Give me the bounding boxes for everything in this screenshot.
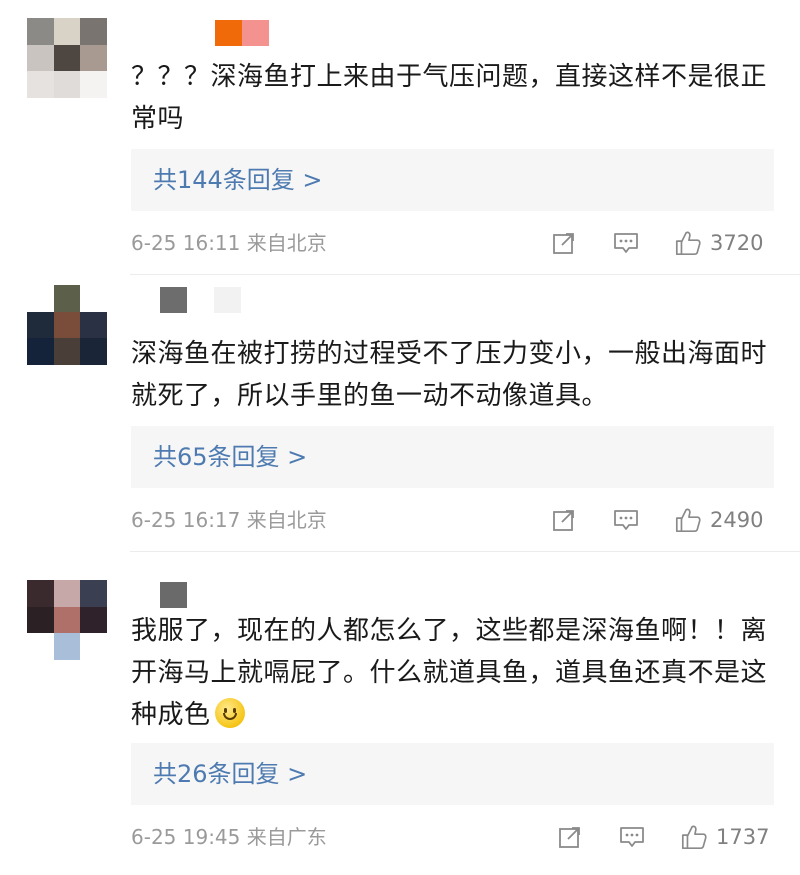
smiley-emoji-icon [214, 698, 245, 728]
username[interactable] [160, 287, 241, 313]
replies-link[interactable]: 共144条回复 > [131, 149, 774, 211]
avatar-pixel [80, 338, 107, 365]
username-pixel [215, 20, 242, 46]
username-pixel [160, 582, 187, 608]
username-pixel [187, 582, 214, 608]
comment-meta: 6-25 16:17 来自北京 [131, 508, 327, 532]
comment-icon[interactable] [618, 823, 646, 851]
username-pixel [160, 287, 187, 313]
replies-link[interactable]: 共26条回复 > [131, 743, 774, 805]
avatar-pixel [27, 311, 54, 339]
comment-icon[interactable] [612, 506, 640, 534]
comment-text: 深海鱼在被打捞的过程受不了压力变小，一般出海面时就死了，所以手里的鱼一动不动像道… [131, 339, 768, 411]
username[interactable] [215, 20, 269, 46]
username-pixel [187, 287, 214, 313]
avatar-pixel [80, 18, 107, 45]
avatar-pixel [27, 44, 54, 72]
like-count: 2490 [710, 508, 764, 532]
avatar-pixel [27, 633, 54, 660]
avatar-pixel [27, 71, 54, 98]
share-icon[interactable] [550, 229, 578, 257]
avatar-pixel [27, 18, 54, 45]
username-pixel [242, 20, 269, 46]
like-count: 1737 [716, 825, 770, 849]
avatar-pixel [53, 633, 81, 660]
comment-text: 我服了，现在的人都怎么了，这些都是深海鱼啊！！离开海马上就嗝屁了。什么就道具鱼，… [131, 610, 771, 736]
like-count: 3720 [710, 231, 764, 255]
thumbs-up-icon[interactable] [674, 506, 702, 534]
avatar-pixel [53, 71, 81, 98]
replies-link[interactable]: 共65条回复 > [131, 426, 774, 488]
divider [130, 274, 800, 275]
comment-actions: 2490 [550, 505, 775, 535]
username[interactable] [133, 582, 214, 608]
comment-icon[interactable] [612, 229, 640, 257]
comment-meta: 6-25 19:45 来自广东 [131, 825, 327, 849]
avatar[interactable] [27, 285, 107, 365]
comment-text: ？？？深海鱼打上来由于气压问题，直接这样不是很正常吗 [131, 62, 768, 134]
comment-actions: 1737 [556, 822, 781, 852]
avatar-pixel [53, 18, 81, 45]
avatar-pixel [53, 44, 81, 72]
username-pixel [133, 582, 160, 608]
avatar-pixel [80, 311, 107, 339]
avatar-pixel [27, 580, 54, 607]
thumbs-up-icon[interactable] [674, 229, 702, 257]
avatar-pixel [53, 311, 81, 339]
avatar-pixel [80, 285, 107, 312]
avatar-pixel [80, 580, 107, 607]
avatar[interactable] [27, 580, 107, 660]
avatar-pixel [80, 606, 107, 634]
thumbs-up-icon[interactable] [680, 823, 708, 851]
avatar-pixel [27, 285, 54, 312]
avatar-pixel [80, 633, 107, 660]
comment-actions: 3720 [550, 228, 775, 258]
username-pixel [214, 287, 241, 313]
avatar-pixel [27, 606, 54, 634]
avatar-pixel [53, 338, 81, 365]
avatar-pixel [53, 580, 81, 607]
avatar[interactable] [27, 18, 107, 98]
avatar-pixel [27, 338, 54, 365]
divider [130, 551, 800, 552]
comment-meta: 6-25 16:11 来自北京 [131, 231, 327, 255]
avatar-pixel [80, 44, 107, 72]
avatar-pixel [53, 606, 81, 634]
share-icon[interactable] [550, 506, 578, 534]
avatar-pixel [80, 71, 107, 98]
avatar-pixel [53, 285, 81, 312]
share-icon[interactable] [556, 823, 584, 851]
